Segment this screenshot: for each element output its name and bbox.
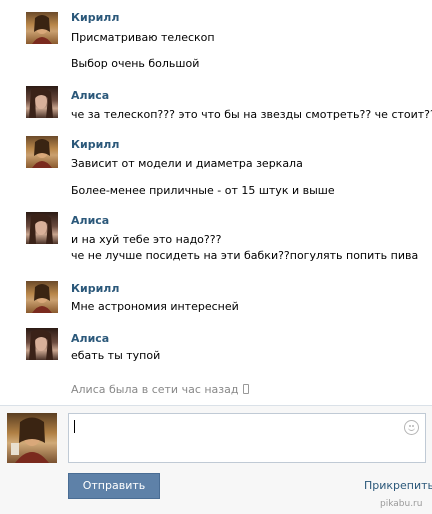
avatar[interactable]	[26, 12, 58, 44]
text-caret	[74, 420, 75, 433]
message-author[interactable]: Кирилл	[71, 11, 119, 24]
smile-mouth	[408, 427, 415, 431]
message-text: ебать ты тупой	[71, 349, 161, 362]
message-text: че не лучше посидеть на эти бабки??погул…	[71, 249, 419, 262]
message-composer: Отправить Прикрепить	[0, 405, 432, 514]
message-text: че за телескоп??? это что бы на звезды с…	[71, 108, 432, 121]
message-text: Выбор очень большой	[71, 57, 200, 70]
online-status: Алиса была в сети час назад	[71, 383, 249, 396]
message-text: Присматриваю телескоп	[71, 31, 215, 44]
avatar[interactable]	[7, 413, 57, 463]
online-status-text: Алиса была в сети час назад	[71, 383, 239, 396]
message-text: Более-менее приличные - от 15 штук и выш…	[71, 184, 335, 197]
mobile-phone-icon	[242, 384, 249, 394]
message-text: и на хуй тебе это надо???	[71, 233, 222, 246]
message-author[interactable]: Алиса	[71, 214, 109, 227]
message-author[interactable]: Кирилл	[71, 138, 119, 151]
watermark: pikabu.ru	[380, 499, 423, 509]
message-input[interactable]	[68, 413, 426, 463]
send-button[interactable]: Отправить	[68, 473, 160, 499]
avatar[interactable]	[26, 328, 58, 360]
attach-link[interactable]: Прикрепить	[364, 479, 432, 492]
message-text: Зависит от модели и диаметра зеркала	[71, 157, 303, 170]
avatar[interactable]	[26, 86, 58, 118]
smile-icon[interactable]	[404, 420, 419, 435]
message-text: Мне астрономия интересней	[71, 300, 239, 313]
avatar[interactable]	[26, 212, 58, 244]
avatar[interactable]	[26, 281, 58, 313]
avatar[interactable]	[26, 136, 58, 168]
message-author[interactable]: Алиса	[71, 332, 109, 345]
message-author[interactable]: Кирилл	[71, 282, 119, 295]
message-author[interactable]: Алиса	[71, 89, 109, 102]
